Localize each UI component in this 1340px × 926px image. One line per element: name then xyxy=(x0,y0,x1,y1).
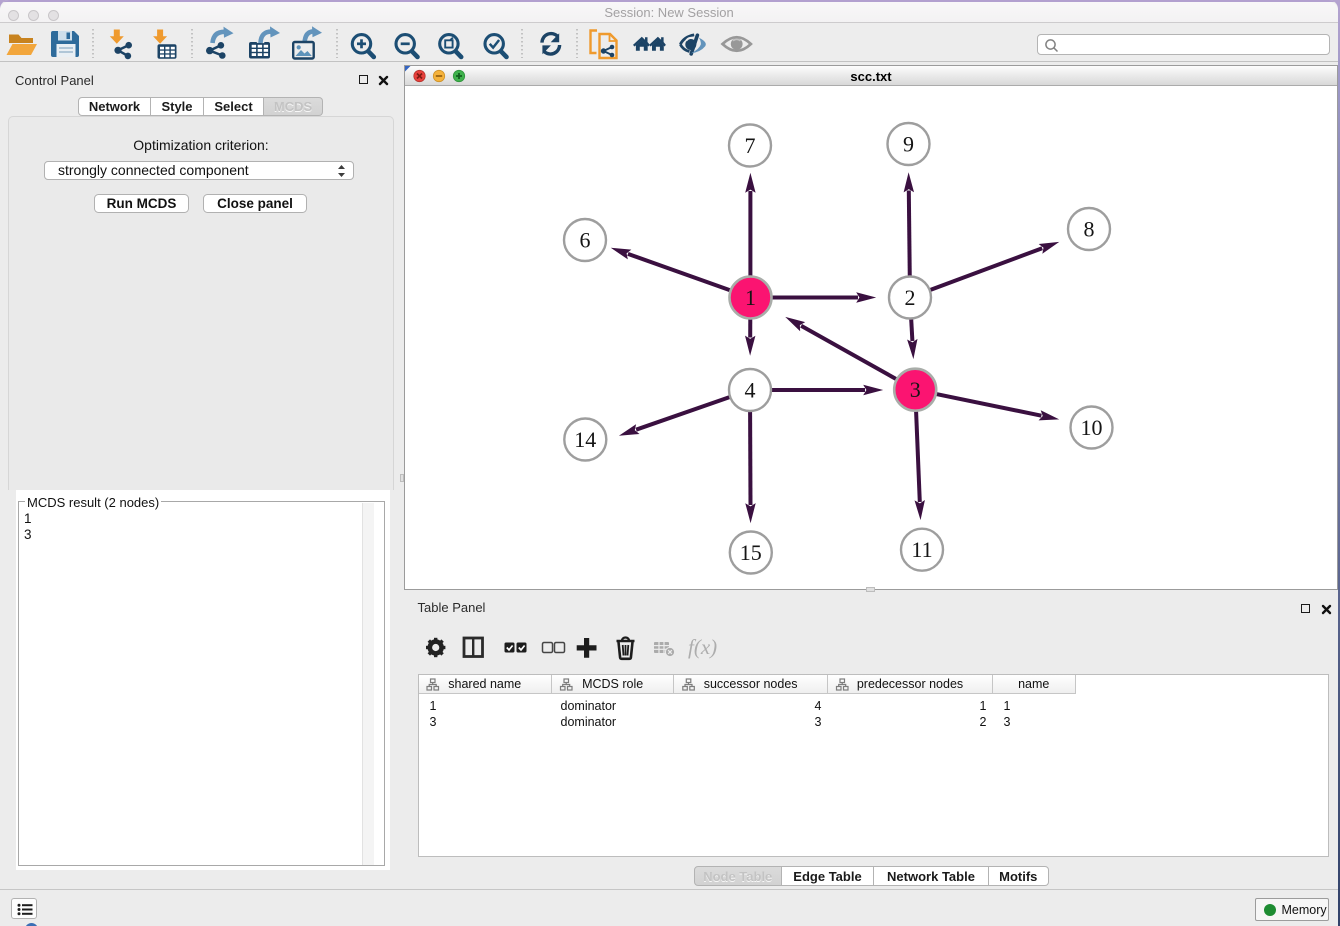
svg-text:4: 4 xyxy=(745,378,756,403)
svg-text:6: 6 xyxy=(580,228,591,253)
svg-text:7: 7 xyxy=(745,133,756,158)
svg-text:9: 9 xyxy=(903,132,914,157)
svg-text:8: 8 xyxy=(1084,217,1095,242)
svg-text:11: 11 xyxy=(911,537,932,562)
svg-text:3: 3 xyxy=(910,377,921,402)
svg-text:2: 2 xyxy=(905,285,916,310)
svg-text:14: 14 xyxy=(574,427,596,452)
svg-text:15: 15 xyxy=(740,540,762,565)
svg-text:1: 1 xyxy=(745,285,756,310)
svg-text:10: 10 xyxy=(1081,415,1103,440)
svg-text:f(x): f(x) xyxy=(688,635,717,659)
